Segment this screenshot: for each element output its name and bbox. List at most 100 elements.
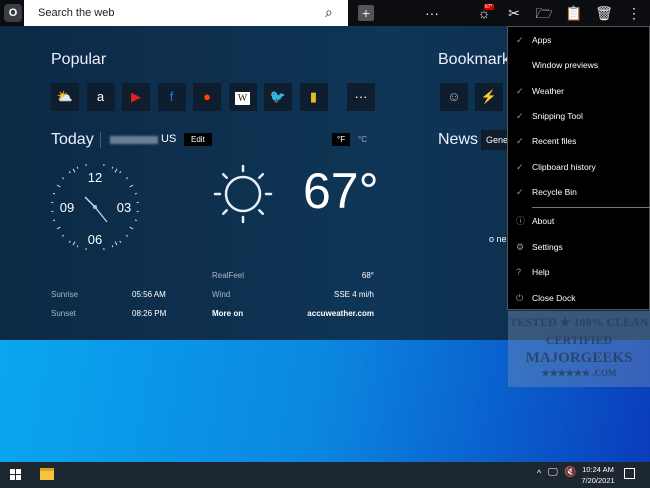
unit-celsius[interactable]: °C [358, 135, 367, 144]
menu-item-snipping-tool[interactable]: ✓ Snipping Tool [508, 105, 649, 127]
start-button[interactable] [10, 469, 21, 480]
divider [100, 132, 101, 148]
menu-item-label: About [532, 216, 555, 226]
menu-item-window-previews[interactable]: Window previews [508, 54, 649, 76]
menu-item-label: Window previews [532, 60, 599, 71]
clipboard-icon[interactable]: 📋 [564, 3, 584, 23]
menu-divider [532, 207, 650, 208]
popular-title: Popular [51, 51, 107, 68]
bookmark-2-tile[interactable]: ⚡ [475, 83, 503, 111]
bookmark-1-tile[interactable]: ☺ [440, 83, 468, 111]
popular-more-button[interactable]: ··· [347, 83, 375, 111]
popular-tile-weather[interactable]: ⛅ [51, 83, 79, 111]
clock-tick [68, 240, 71, 243]
popular-tile-reddit[interactable]: ● [193, 83, 221, 111]
popular-tile-facebook[interactable]: f [157, 83, 186, 111]
menu-item-about[interactable]: ⓘ About [508, 210, 649, 232]
search-input[interactable]: Search the web [24, 0, 348, 26]
clock-tick [52, 219, 56, 222]
clock-tick [125, 177, 129, 180]
menu-item-label: Weather [532, 85, 564, 96]
menu-kebab-button[interactable]: ⋮ [624, 3, 644, 23]
realfeel-label: RealFeel [212, 271, 245, 280]
location-country: US [161, 133, 177, 145]
volume-muted-icon[interactable]: 🔇 [564, 467, 576, 478]
menu-item-close-dock[interactable]: ⏻ Close Dock [508, 287, 649, 309]
menu-item-help[interactable]: ? Help [508, 261, 649, 283]
edit-location-button[interactable]: Edit [184, 133, 212, 146]
network-icon[interactable]: 🖵 [548, 467, 558, 478]
search-icon[interactable]: ⌕ [325, 4, 333, 21]
more-on-label: More on [212, 309, 244, 318]
menu-item-weather[interactable]: ✓ Weather [508, 80, 649, 102]
sun-ray [258, 209, 265, 216]
dock-logo[interactable]: O [4, 4, 22, 22]
dock-menu: ✓ Apps Window previews ✓ Weather ✓ Snipping To… [507, 26, 650, 310]
clock-tick [72, 168, 76, 173]
clock-tick [76, 245, 79, 248]
wind-label: Wind [212, 290, 231, 299]
file-explorer-icon[interactable] [40, 468, 54, 480]
temperature: 67° [303, 163, 379, 219]
check-icon: ✓ [516, 35, 524, 45]
wind-value: SSE 4 mi/h [333, 290, 374, 299]
folder-icon[interactable]: 🗁 [534, 3, 554, 23]
check-icon: ✓ [516, 85, 524, 96]
add-button[interactable]: + [358, 5, 374, 21]
sunrise-label: Sunrise [51, 290, 79, 299]
menu-item-label: Apps [532, 35, 552, 45]
popular-tile-twitter[interactable]: 🐦 [264, 83, 292, 111]
clock-tick [56, 184, 61, 188]
clock-center [93, 205, 97, 209]
more-button[interactable]: ··· [422, 3, 442, 23]
top-bar: O Search the web ⌕ + ··· ☼ 67° ✂ 🗁 📋 🗑 ⋮ [0, 0, 650, 26]
clock-tick [134, 219, 138, 222]
clock-09: 09 [60, 200, 74, 215]
popular-tile-youtube[interactable]: ▶ [122, 83, 150, 111]
sunset-value: 08:26 PM [132, 309, 167, 318]
snipping-tool-icon[interactable]: ✂ [504, 3, 524, 23]
sun-ray [221, 172, 228, 179]
check-icon: ✓ [516, 161, 524, 172]
menu-item-recycle-bin[interactable]: ✓ Recycle Bin [508, 181, 649, 203]
show-hidden-icons[interactable]: ^ [537, 468, 541, 478]
clock-tick [76, 166, 79, 169]
clock-06: 06 [88, 232, 102, 247]
clock-tick [52, 192, 56, 195]
clock-tick [125, 234, 129, 237]
check-icon: ✓ [516, 136, 524, 147]
accuweather-link[interactable]: accuweather.com [280, 309, 374, 318]
analog-clock: 12 03 06 09 [51, 163, 139, 251]
clock-tick [111, 166, 114, 169]
clock-03: 03 [117, 200, 131, 215]
watermark-line: CERTIFIED [545, 333, 613, 347]
recycle-bin-icon[interactable]: 🗑 [594, 3, 614, 23]
clock-tick [68, 171, 71, 174]
clock-tick [61, 177, 65, 180]
menu-item-settings[interactable]: ⚙ Settings [508, 236, 649, 258]
today-title: Today [51, 131, 94, 148]
close-dock-icon: ⏻ [516, 292, 524, 303]
popular-tile-tv[interactable]: ▮ [299, 83, 328, 111]
menu-item-clipboard-history[interactable]: ✓ Clipboard history [508, 156, 649, 178]
menu-item-label: Settings [532, 241, 563, 252]
menu-item-label: Recent files [532, 136, 577, 147]
sun-ray [258, 172, 265, 179]
clock-tick [119, 240, 122, 243]
popular-tile-wikipedia[interactable]: W [228, 83, 257, 111]
clock[interactable]: 10:24 AM 7/20/2021 [578, 465, 618, 485]
menu-item-recent-files[interactable]: ✓ Recent files [508, 130, 649, 152]
majorgeeks-watermark: TESTED ★ 100% CLEAN CERTIFIED MAJORGEEKS… [508, 311, 650, 387]
check-icon: ✓ [516, 110, 524, 121]
settings-icon: ⚙ [516, 241, 525, 252]
clock-tick [129, 184, 134, 188]
clock-tick [129, 226, 134, 230]
watermark-line: ★★★★★★ .COM [541, 368, 617, 378]
unit-fahrenheit[interactable]: °F [332, 133, 351, 146]
taskbar: ^ 🖵 🔇 10:24 AM 7/20/2021 [0, 462, 650, 488]
sunny-weather-icon [213, 164, 273, 224]
clock-tick [61, 234, 65, 237]
menu-item-apps[interactable]: ✓ Apps [508, 29, 649, 51]
action-center-icon[interactable] [624, 468, 635, 479]
popular-tile-amazon[interactable]: a [86, 83, 115, 111]
